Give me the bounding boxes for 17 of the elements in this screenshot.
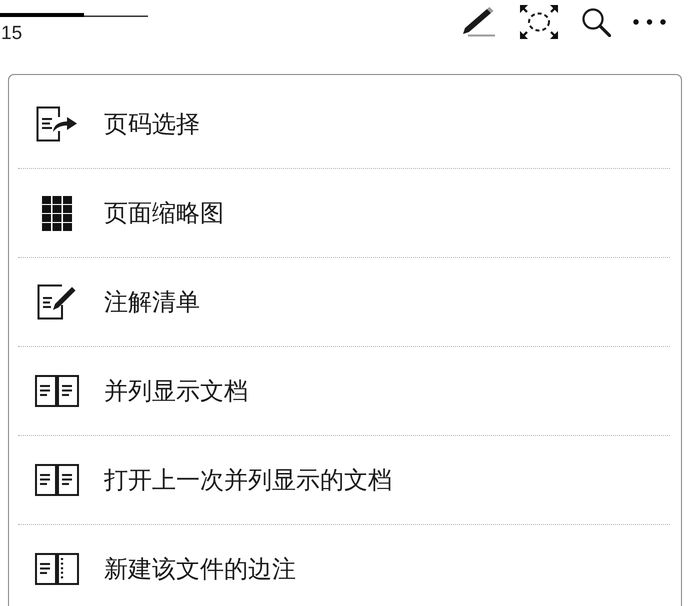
page-dotted-column-icon [35,553,79,585]
menu-item[interactable]: 页面缩略图 [9,169,670,257]
document-pen-icon [37,284,77,320]
search-icon[interactable] [581,7,611,37]
menu-item[interactable]: 打开上一次并列显示的文档 [9,436,670,524]
more-icon[interactable] [633,19,666,25]
pen-icon[interactable] [461,7,497,37]
two-pages-icon [35,464,79,496]
menu-item[interactable]: 页码选择 [9,80,670,168]
grid-icon [42,196,72,230]
document-arrow-icon [36,106,78,142]
dashed-circle-arrows-icon[interactable] [519,4,559,40]
menu-item[interactable]: 注解清单 [9,258,670,346]
menu-item[interactable]: 新建该文件的边注 [9,525,670,601]
page-number: 15 [1,23,22,45]
menu-item[interactable]: 并列显示文档 [9,347,670,435]
two-pages-icon [35,375,79,407]
